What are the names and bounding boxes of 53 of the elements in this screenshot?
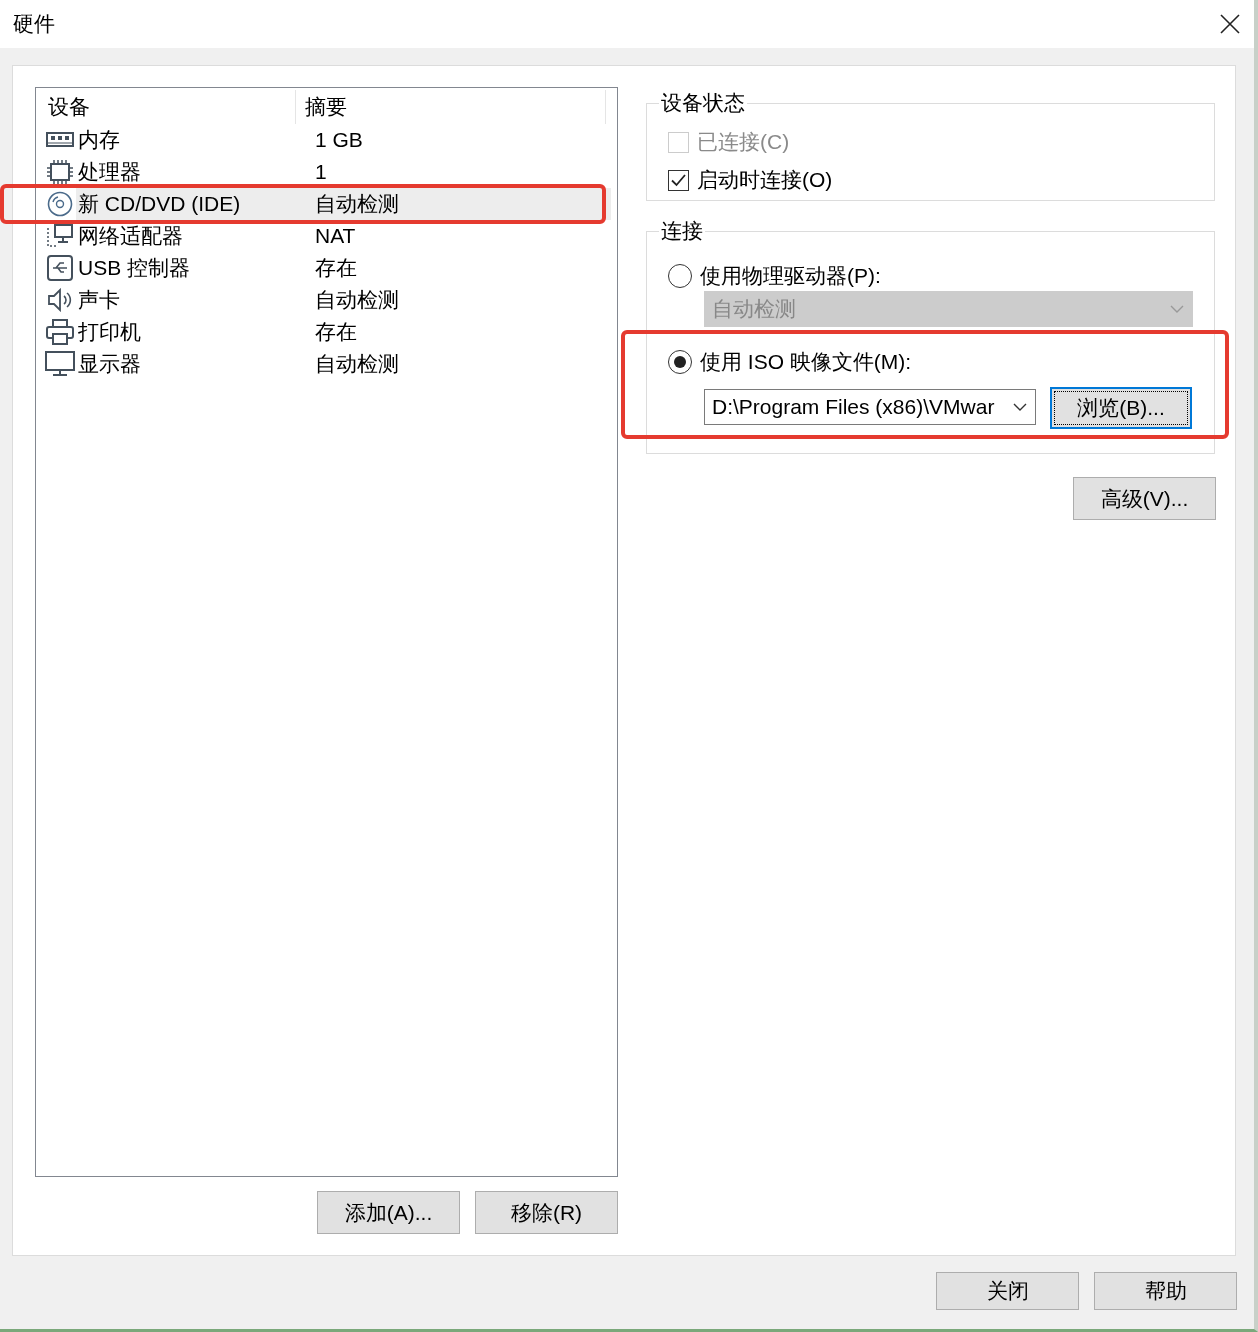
device-row[interactable]: 显示器 自动检测 [36,348,617,380]
list-button[interactable]: 移除(R) [475,1191,618,1234]
device-summary: 自动检测 [314,287,400,313]
dialog-button[interactable]: 关闭 [936,1272,1079,1310]
printer-icon [46,319,74,345]
window-title: 硬件 [13,11,55,37]
device-summary: 自动检测 [314,351,400,377]
device-row[interactable]: USB 控制器 存在 [36,252,617,284]
monitor-icon [45,351,75,377]
device-name: 声卡 [77,287,121,313]
radio-label[interactable]: 使用 ISO 映像文件(M): [700,348,912,376]
memory-icon [46,130,74,150]
chevron-icon [1013,403,1027,411]
checkbox-label[interactable]: 启动时连接(O) [697,166,833,194]
device-name: 内存 [77,127,121,153]
speaker-icon [47,288,73,312]
chevron-icon [1170,305,1184,313]
device-summary: 自动检测 [306,188,611,220]
dialog-button[interactable]: 帮助 [1094,1272,1237,1310]
radio-label[interactable]: 使用物理驱动器(P): [700,262,881,290]
radio-button[interactable] [668,350,692,374]
device-summary: 存在 [314,319,358,345]
device-summary: NAT [314,223,357,249]
device-name: 网络适配器 [77,223,184,249]
device-row[interactable]: 网络适配器 NAT [36,220,617,252]
device-summary: 存在 [314,255,358,281]
device-name: 新 CD/DVD (IDE) [76,188,306,220]
device-name: USB 控制器 [77,255,191,281]
device-row[interactable]: 新 CD/DVD (IDE) 自动检测 [36,188,617,220]
device-name: 打印机 [77,319,142,345]
device-name: 处理器 [77,159,142,185]
group-title: 设备状态 [660,90,746,116]
close-icon[interactable] [1220,14,1240,34]
device-summary: 1 GB [314,127,364,153]
column-header[interactable]: 设备 [36,90,296,124]
device-row[interactable]: 声卡 自动检测 [36,284,617,316]
path-dropdown[interactable]: D:\Program Files (x86)\VMwar [704,389,1036,425]
device-name: 显示器 [77,351,142,377]
checkbox[interactable] [668,169,689,191]
usb-icon [47,255,73,281]
device-row[interactable]: 处理器 1 [36,156,617,188]
list-button[interactable]: 添加(A)... [317,1191,460,1234]
network-icon [46,224,74,248]
chip-icon [46,159,74,185]
advanced-button[interactable]: 高级(V)... [1073,477,1216,520]
device-row[interactable]: 打印机 存在 [36,316,617,348]
browse-button[interactable]: 浏览(B)... [1050,387,1192,429]
group-title: 连接 [660,218,704,244]
radio-button[interactable] [668,264,692,288]
device-row[interactable]: 内存 1 GB [36,124,617,156]
disc-icon [47,191,73,217]
column-header[interactable]: 摘要 [296,90,606,124]
device-summary: 1 [314,159,328,185]
